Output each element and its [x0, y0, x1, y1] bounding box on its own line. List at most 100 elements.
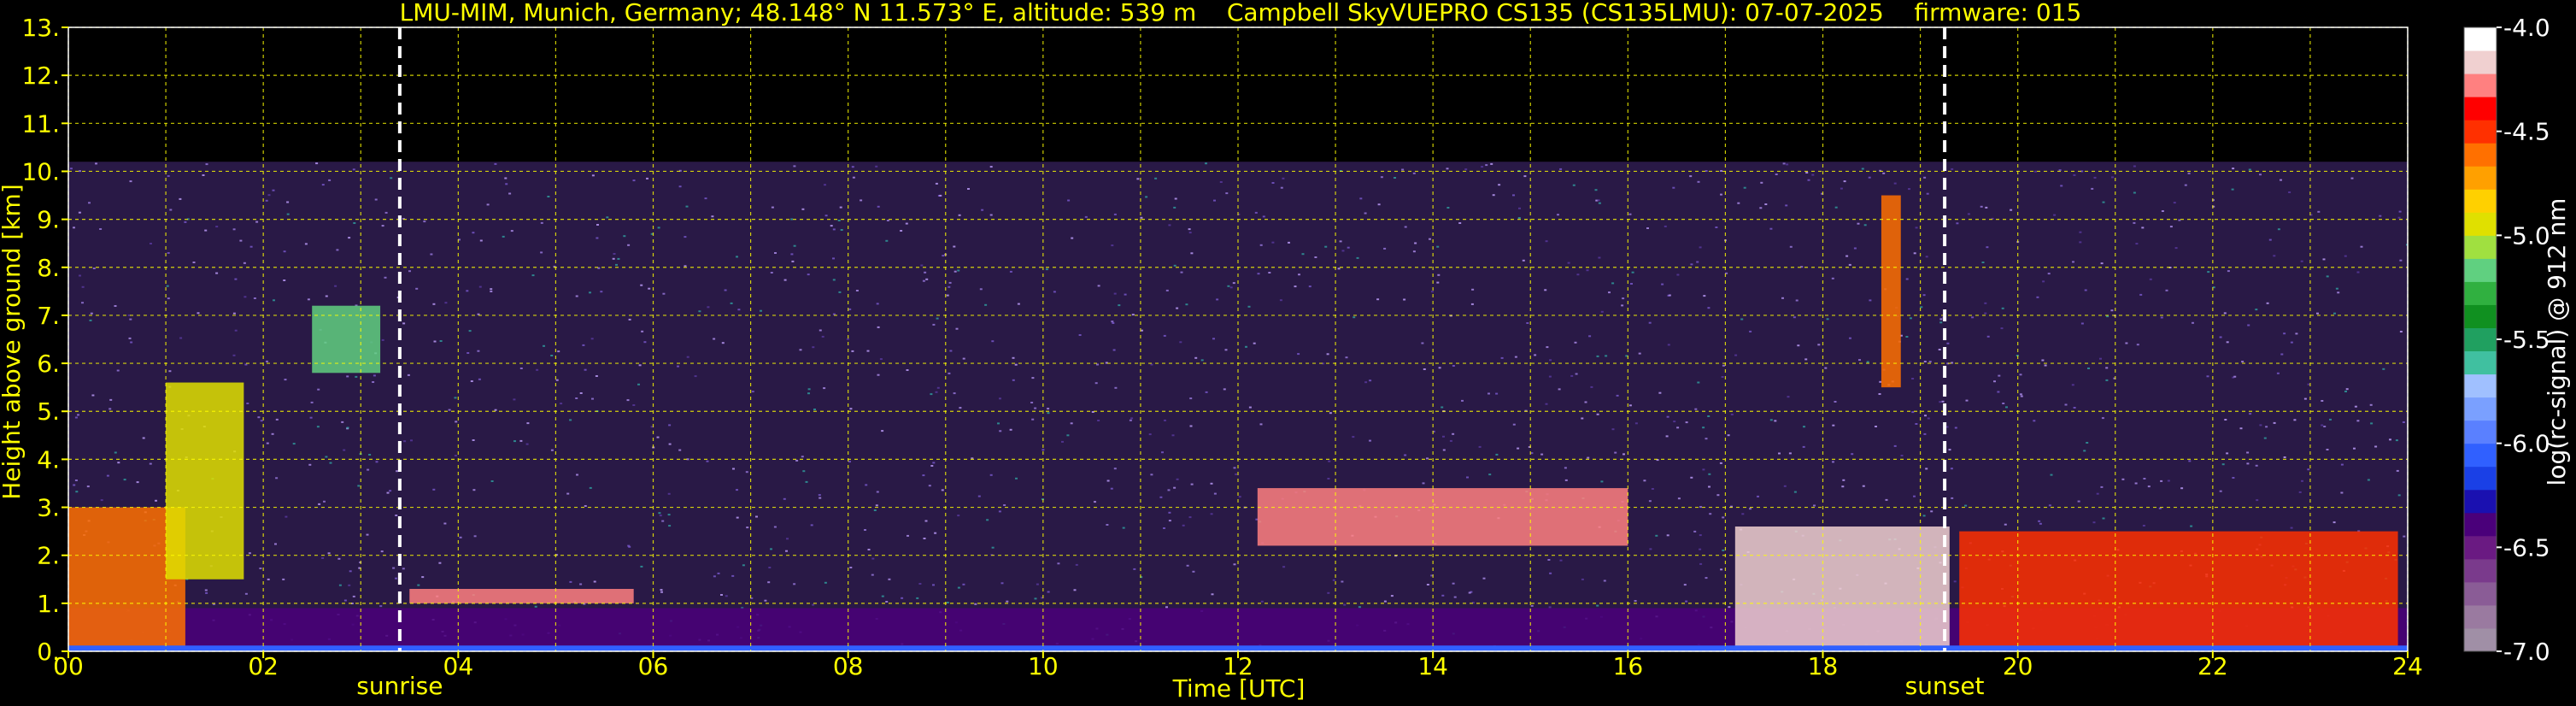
noise-speck [764, 599, 767, 602]
noise-speck [875, 504, 878, 507]
noise-speck [584, 368, 587, 371]
noise-speck [1928, 361, 1932, 363]
noise-speck [531, 274, 535, 277]
noise-speck [2188, 460, 2192, 462]
noise-speck [916, 597, 919, 599]
noise-speck [1596, 413, 1599, 415]
noise-speck [2134, 482, 2138, 485]
noise-speck [1498, 184, 1501, 186]
noise-speck [205, 591, 208, 594]
noise-speck [615, 263, 618, 266]
y-tick-label: 12. [21, 62, 60, 90]
noise-speck [1622, 297, 1625, 300]
noise-speck [1271, 182, 1275, 184]
noise-speck [824, 581, 827, 584]
noise-speck [678, 449, 682, 451]
noise-speck [2246, 451, 2250, 454]
marker-label-sunset: sunset [1905, 672, 1985, 700]
noise-speck [1954, 427, 1957, 429]
noise-speck [1124, 293, 1127, 296]
noise-speck [1189, 397, 1193, 400]
noise-speck [566, 492, 570, 495]
noise-speck [1813, 504, 1816, 507]
noise-speck [885, 601, 889, 603]
noise-speck [877, 374, 880, 376]
noise-speck [352, 595, 355, 597]
noise-speck [375, 461, 378, 463]
noise-speck [1031, 377, 1035, 379]
noise-speck [2224, 419, 2227, 421]
noise-speck [1259, 244, 1263, 246]
noise-speck [807, 388, 811, 391]
noise-speck [1630, 283, 1633, 285]
noise-speck [1259, 423, 1263, 426]
noise-speck [879, 358, 883, 361]
noise-speck [1030, 402, 1034, 403]
noise-speck [1071, 237, 1074, 239]
noise-speck [323, 500, 326, 503]
noise-speck [1581, 578, 1584, 580]
colorbar-segment [2464, 50, 2497, 74]
ceilometer-chart: LMU-MIM, Munich, Germany; 48.148° N 11.5… [0, 0, 2576, 706]
noise-speck [1546, 346, 1549, 349]
noise-speck [2382, 368, 2385, 370]
noise-speck [1271, 241, 1275, 244]
noise-speck [600, 291, 603, 293]
noise-speck [1328, 460, 1331, 462]
noise-speck [932, 323, 936, 326]
noise-speck [628, 318, 631, 321]
noise-speck [2345, 388, 2349, 391]
noise-speck [2231, 188, 2234, 191]
colorbar-segment [2464, 397, 2497, 421]
noise-speck [2048, 504, 2051, 507]
noise-speck [866, 350, 870, 352]
noise-speck [707, 306, 710, 309]
noise-speck [1782, 162, 1786, 165]
noise-speck [1600, 310, 1604, 313]
noise-speck [2256, 499, 2259, 502]
noise-speck [1558, 388, 1561, 391]
noise-speck [2402, 421, 2405, 423]
noise-speck [472, 232, 475, 234]
noise-speck [846, 338, 849, 340]
noise-speck [253, 297, 256, 299]
noise-speck [732, 468, 735, 470]
noise-speck [1066, 434, 1070, 437]
noise-speck [1590, 385, 1593, 388]
noise-speck [1981, 262, 1985, 263]
noise-speck [1826, 318, 1829, 321]
noise-speck [421, 576, 425, 579]
colorbar-segment [2464, 74, 2497, 97]
x-tick-label: 16 [1613, 652, 1644, 680]
noise-speck [2316, 312, 2319, 315]
noise-speck [1176, 307, 1179, 309]
noise-speck [1031, 418, 1035, 421]
noise-speck [717, 572, 720, 574]
noise-speck [1722, 549, 1725, 551]
noise-speck [1841, 485, 1845, 488]
noise-speck [1986, 335, 1990, 338]
noise-speck [1797, 344, 1800, 347]
noise-speck [1893, 444, 1897, 447]
noise-speck [1715, 227, 1718, 228]
noise-speck [114, 305, 117, 307]
noise-speck [1927, 417, 1930, 420]
noise-speck [1482, 577, 1486, 580]
noise-speck [2100, 485, 2104, 488]
noise-speck [1343, 603, 1347, 606]
noise-speck [1665, 435, 1669, 438]
noise-speck [1113, 292, 1117, 295]
colorbar-tick-label: -7.0 [2503, 638, 2550, 666]
noise-speck [949, 350, 953, 352]
noise-speck [1314, 256, 1317, 258]
noise-speck [1327, 478, 1330, 479]
noise-speck [1646, 227, 1649, 229]
y-tick-label: 13. [21, 14, 60, 42]
noise-speck [1925, 256, 1928, 258]
noise-speck [1951, 497, 1954, 499]
noise-speck [1544, 289, 1547, 291]
noise-speck [900, 230, 903, 232]
noise-speck [2266, 302, 2269, 304]
noise-speck [790, 253, 794, 256]
noise-speck [942, 255, 945, 257]
